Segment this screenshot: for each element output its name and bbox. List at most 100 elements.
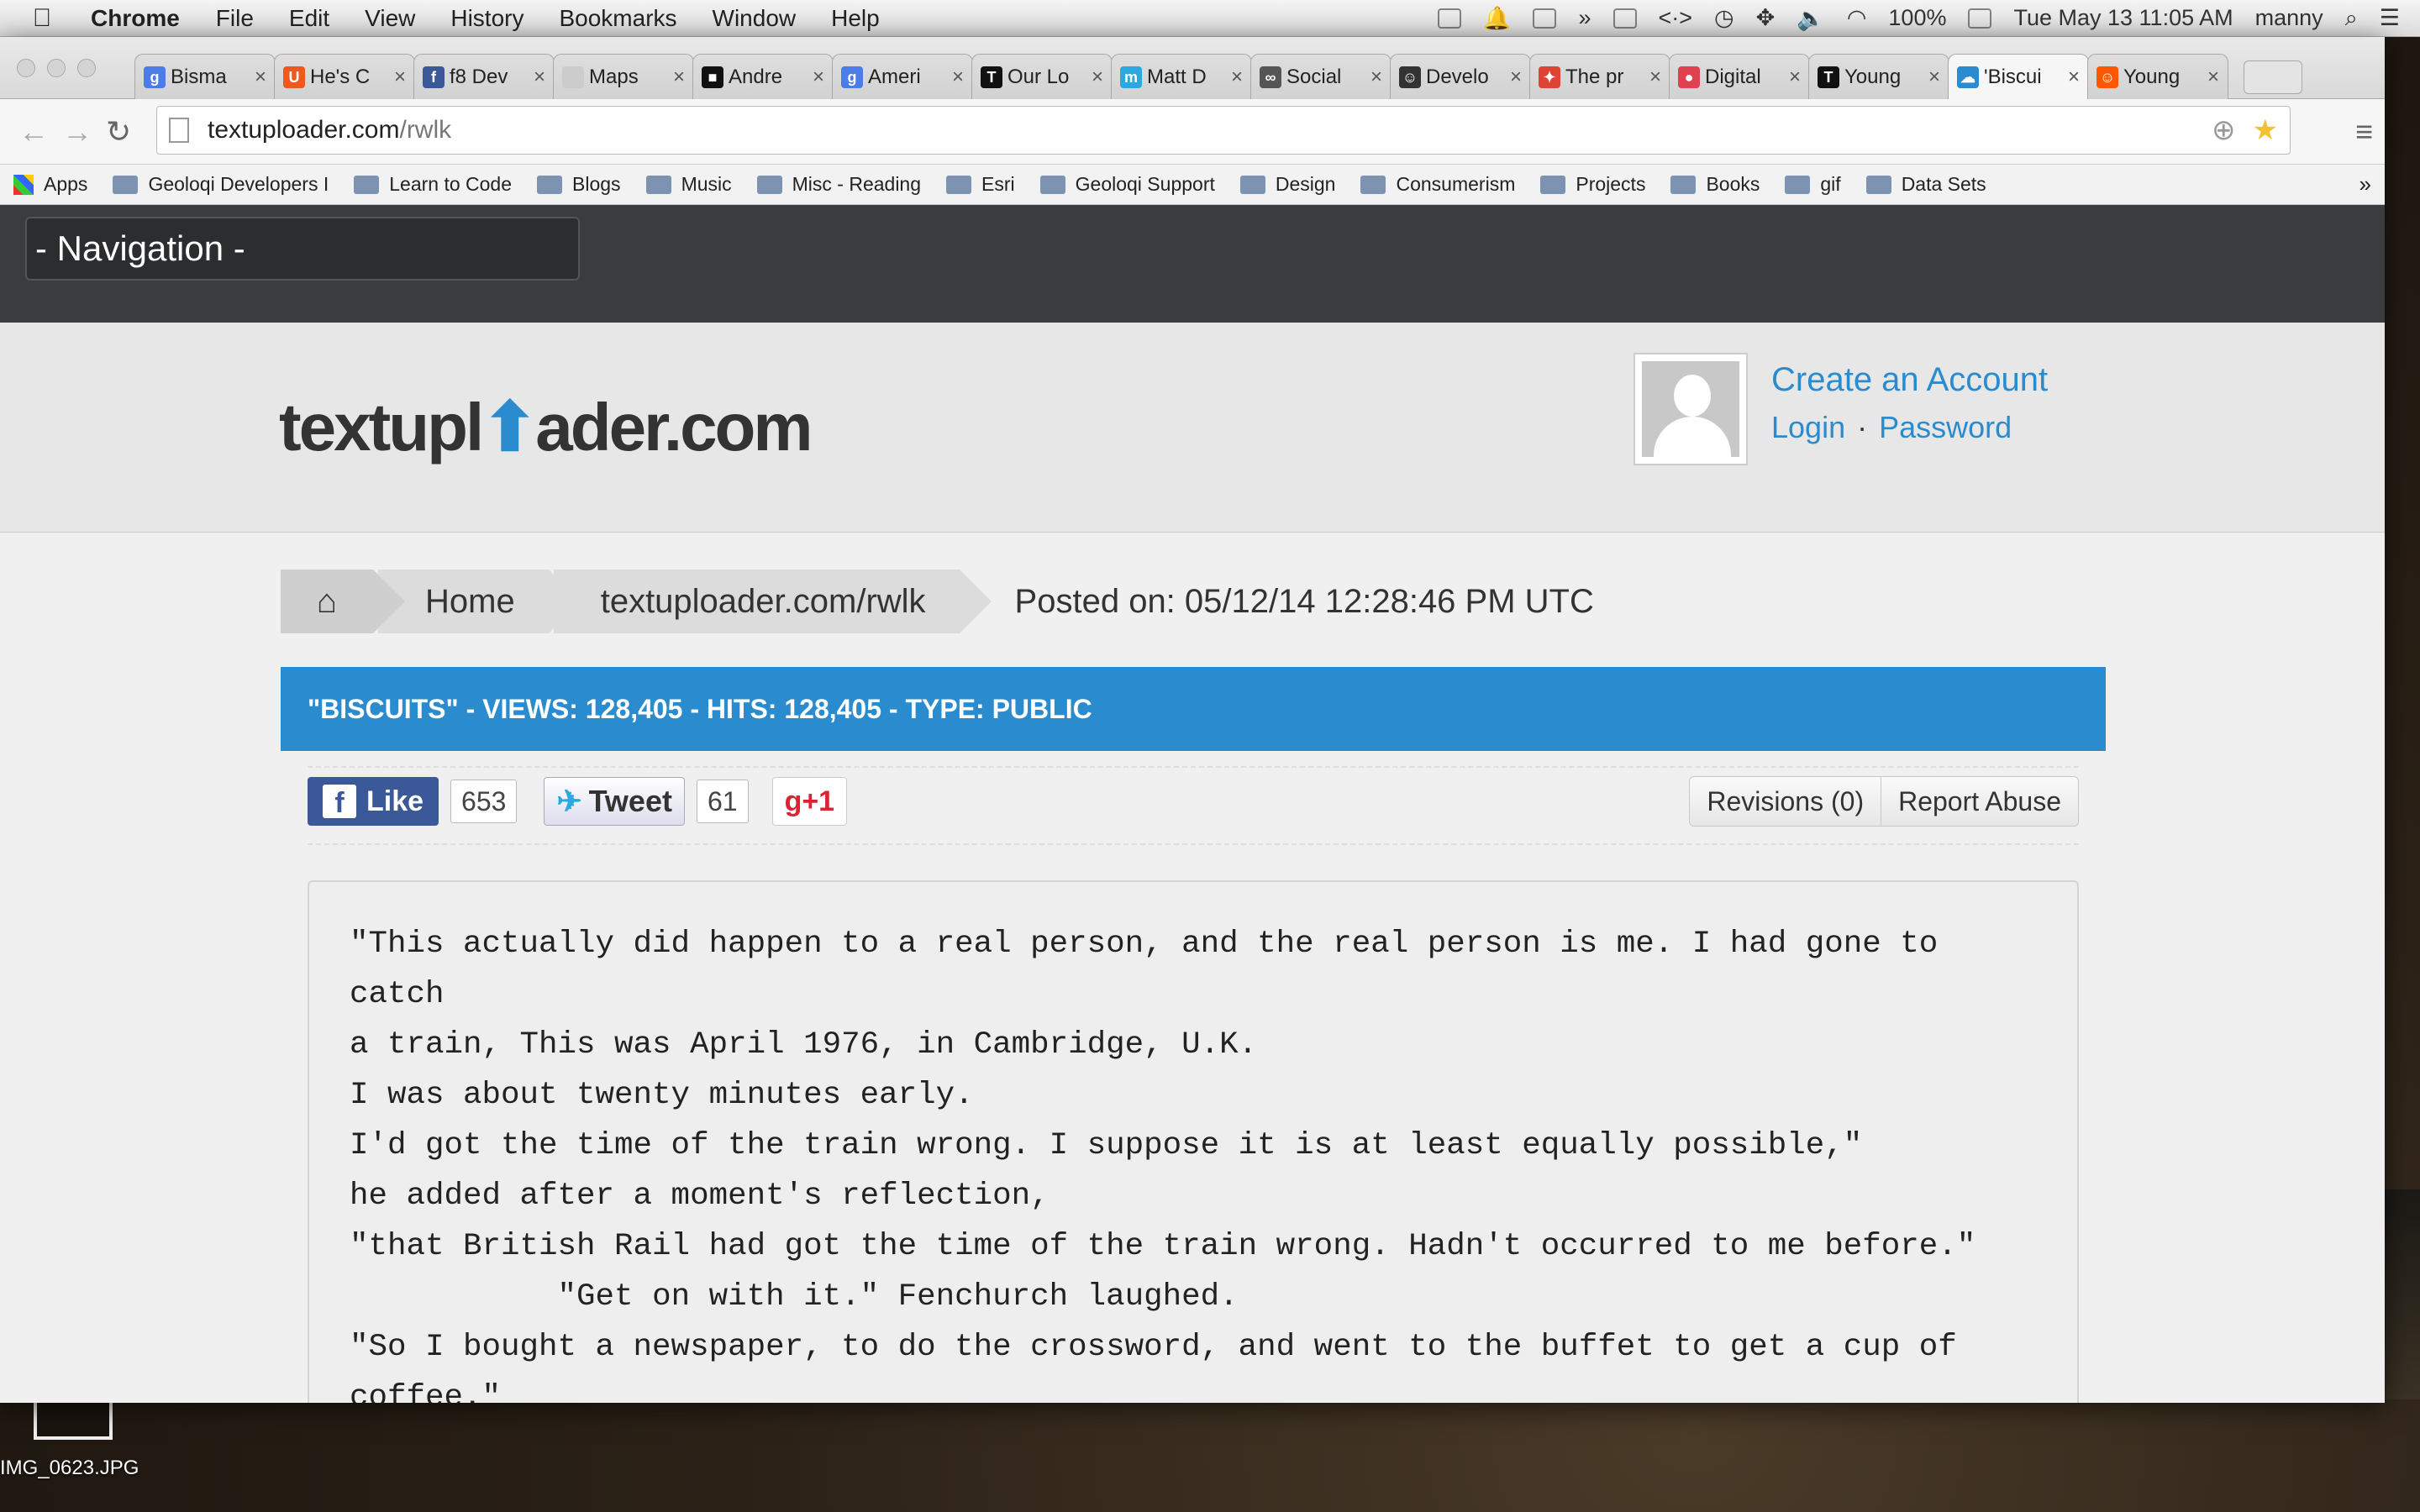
menu-bookmarks[interactable]: Bookmarks (559, 5, 676, 32)
chrome-menu-icon[interactable]: ≡ (2355, 114, 2373, 150)
bookmark-folder[interactable]: Misc - Reading (756, 173, 921, 196)
bookmark-folder[interactable]: Books (1670, 173, 1760, 196)
password-link[interactable]: Password (1879, 410, 2012, 444)
browser-tab[interactable]: g Ameri × (832, 54, 973, 99)
bookmark-star-icon[interactable]: ★ (2253, 113, 2278, 147)
tab-close-icon[interactable]: × (1928, 66, 1940, 89)
code-icon[interactable]: <·> (1659, 5, 1693, 31)
evernote-icon[interactable] (1533, 8, 1557, 29)
status-area: 🔔 » <·> ◷ ✥ 🔈 ◠ 100% Tue May 13 11:05 AM… (1437, 5, 2420, 32)
tab-close-icon[interactable]: × (1649, 66, 1661, 89)
avatar[interactable] (1634, 353, 1748, 465)
airplay-icon[interactable] (1612, 8, 1637, 29)
zoom-icon[interactable]: ⊕ (2212, 113, 2236, 147)
zoom-window-button[interactable] (77, 59, 96, 77)
bookmark-label: Esri (981, 173, 1015, 195)
browser-tab[interactable]: ☺ Develo × (1390, 54, 1531, 99)
tab-close-icon[interactable]: × (673, 66, 685, 89)
browser-tab[interactable]: Maps × (553, 54, 694, 99)
menu-view[interactable]: View (365, 5, 415, 32)
bookmark-folder[interactable]: Geoloqi Support (1039, 173, 1215, 196)
bookmark-folder[interactable]: gif (1785, 173, 1841, 196)
tab-close-icon[interactable]: × (394, 66, 406, 89)
tweet-button[interactable]: ✈ Tweet (544, 777, 685, 826)
fast-forward-icon[interactable]: » (1578, 5, 1591, 31)
bookmark-label: Projects (1576, 173, 1646, 195)
bookmarks-overflow-icon[interactable]: » (2360, 171, 2371, 197)
address-bar[interactable]: textuploader.com/rwlk ⊕ ★ (156, 106, 2291, 155)
bookmark-folder[interactable]: Esri (946, 173, 1015, 196)
browser-tab[interactable]: T Young × (1808, 54, 1949, 99)
folder-icon (1865, 175, 1891, 194)
breadcrumb-current[interactable]: textuploader.com/rwlk (553, 570, 992, 633)
bookmark-folder[interactable]: Blogs (537, 173, 621, 196)
menu-history[interactable]: History (450, 5, 523, 32)
google-plus-button[interactable]: g+1 (771, 777, 848, 826)
notification-icon[interactable]: 🔔 (1483, 5, 1512, 32)
dropbox-icon[interactable] (1437, 8, 1461, 29)
browser-tab[interactable]: ✦ The pr × (1529, 54, 1670, 99)
menu-file[interactable]: File (216, 5, 254, 32)
navigation-select[interactable]: - Navigation - (25, 217, 580, 281)
report-abuse-button[interactable]: Report Abuse (1881, 776, 2079, 827)
time-machine-icon[interactable]: ◷ (1714, 5, 1734, 31)
menu-edit[interactable]: Edit (289, 5, 329, 32)
battery-icon[interactable] (1968, 8, 1992, 29)
tab-close-icon[interactable]: × (255, 66, 266, 89)
user-name[interactable]: manny (2255, 5, 2323, 31)
browser-tab[interactable]: ☺ Young × (2087, 54, 2228, 99)
back-icon[interactable]: ← (18, 114, 49, 150)
tab-close-icon[interactable]: × (1092, 66, 1103, 89)
move-icon[interactable]: ✥ (1756, 5, 1776, 31)
bookmark-folder[interactable]: Geoloqi Developers I (113, 173, 329, 196)
bookmark-folder[interactable]: Projects (1540, 173, 1645, 196)
tab-close-icon[interactable]: × (2207, 66, 2219, 89)
battery-percent[interactable]: 100% (1888, 5, 1946, 31)
close-window-button[interactable] (17, 59, 35, 77)
post-body[interactable]: "This actually did happen to a real pers… (308, 880, 2079, 1403)
tab-close-icon[interactable]: × (1510, 66, 1522, 89)
browser-tab[interactable]: ■ Andre × (692, 54, 834, 99)
breadcrumb-home-icon[interactable]: ⌂ (281, 570, 405, 633)
tab-close-icon[interactable]: × (1370, 66, 1382, 89)
browser-tab[interactable]: T Our Lo × (971, 54, 1113, 99)
bookmark-folder[interactable]: Consumerism (1360, 173, 1515, 196)
bookmark-folder[interactable]: Learn to Code (354, 173, 512, 196)
tab-close-icon[interactable]: × (534, 66, 545, 89)
browser-tab[interactable]: ☁ 'Biscui × (1948, 54, 2089, 99)
notification-center-icon[interactable]: ☰ (2380, 5, 2400, 31)
tab-close-icon[interactable]: × (1789, 66, 1801, 89)
bookmark-folder[interactable]: Data Sets (1865, 173, 1986, 196)
browser-tab[interactable]: f f8 Dev × (413, 54, 555, 99)
create-account-link[interactable]: Create an Account (1771, 361, 2048, 399)
menu-help[interactable]: Help (831, 5, 880, 32)
apple-icon[interactable]:  (17, 4, 67, 33)
login-link[interactable]: Login (1771, 410, 1845, 444)
browser-tab[interactable]: ● Digital × (1669, 54, 1810, 99)
tab-close-icon[interactable]: × (2068, 66, 2080, 89)
revisions-button[interactable]: Revisions (0) (1689, 776, 1882, 827)
bookmark-folder[interactable]: Music (645, 173, 732, 196)
facebook-like-button[interactable]: f Like (308, 777, 439, 826)
browser-tab[interactable]: U He's C × (274, 54, 415, 99)
tab-close-icon[interactable]: × (952, 66, 964, 89)
browser-tab[interactable]: m Matt D × (1111, 54, 1252, 99)
bookmark-folder[interactable]: Design (1239, 173, 1335, 196)
bookmark-apps[interactable]: Apps (13, 173, 87, 196)
reload-icon[interactable]: ↻ (106, 114, 131, 150)
browser-tab[interactable]: g Bisma × (134, 54, 276, 99)
menu-window[interactable]: Window (713, 5, 797, 32)
site-logo[interactable]: textupl⬆ader.com (279, 388, 813, 466)
spotlight-icon[interactable]: ⌕ (2345, 5, 2358, 32)
tab-close-icon[interactable]: × (813, 66, 824, 89)
clock[interactable]: Tue May 13 11:05 AM (2013, 5, 2233, 31)
tab-close-icon[interactable]: × (1231, 66, 1243, 89)
wifi-icon[interactable]: ◠ (1847, 5, 1867, 31)
desktop-file-label[interactable]: IMG_0623.JPG (0, 1457, 160, 1480)
forward-icon[interactable]: → (62, 114, 92, 150)
volume-icon[interactable]: 🔈 (1797, 5, 1825, 32)
new-tab-button[interactable] (2244, 60, 2302, 94)
menu-app-name[interactable]: Chrome (91, 5, 180, 32)
minimize-window-button[interactable] (47, 59, 66, 77)
browser-tab[interactable]: ∞ Social × (1250, 54, 1392, 99)
